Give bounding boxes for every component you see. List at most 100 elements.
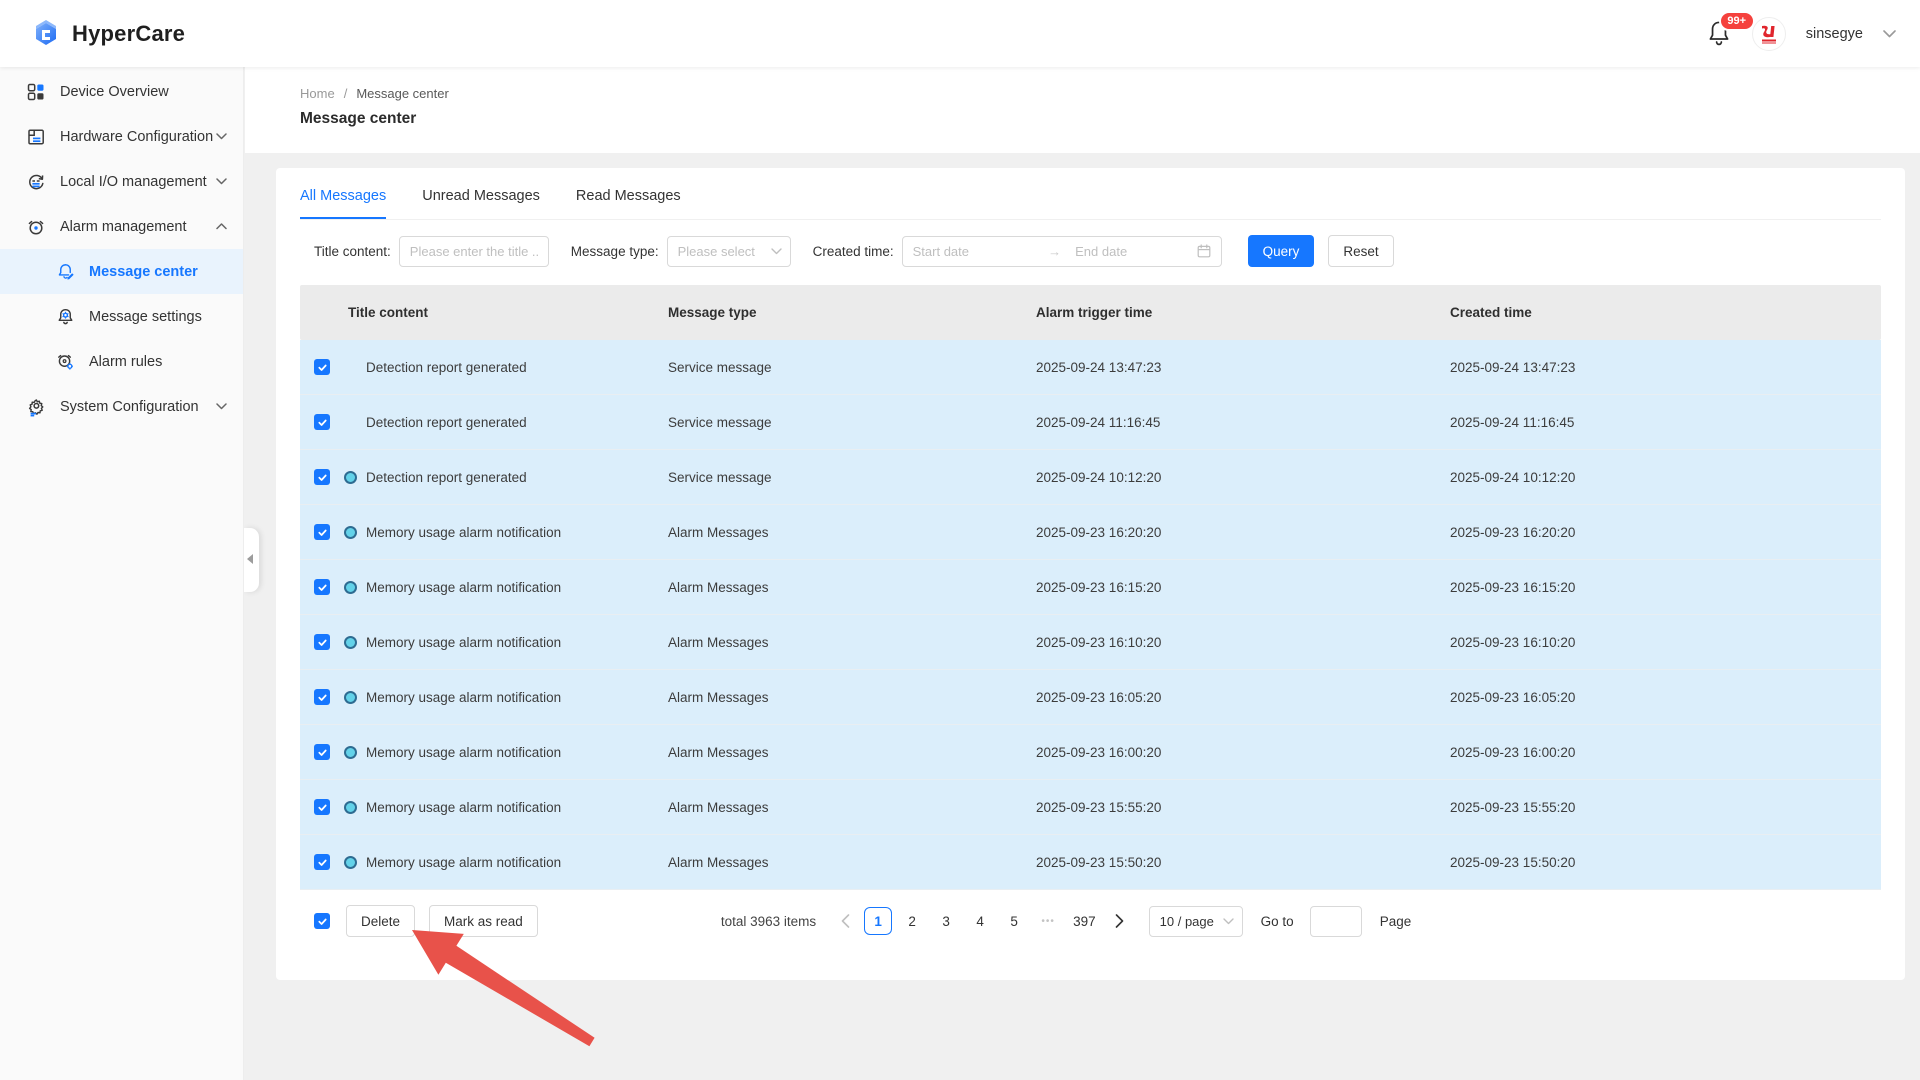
table-row[interactable]: Detection report generated Service messa… (300, 395, 1881, 450)
pagination-page[interactable]: 5 (1000, 907, 1028, 935)
pagination-page[interactable]: 4 (966, 907, 994, 935)
table-row[interactable]: Memory usage alarm notification Alarm Me… (300, 780, 1881, 835)
row-checkbox[interactable] (314, 524, 330, 540)
row-checkbox[interactable] (314, 744, 330, 760)
sidebar-item-alarm-management[interactable]: Alarm management (0, 204, 243, 249)
row-checkbox[interactable] (314, 689, 330, 705)
range-arrow: → (1048, 244, 1061, 259)
sidebar-item-alarm-rules[interactable]: Alarm rules (0, 339, 243, 384)
row-title: Memory usage alarm notification (366, 525, 668, 540)
breadcrumb-strip: Home / Message center Message center (245, 67, 1920, 153)
row-alarm-trigger-time: 2025-09-23 16:15:20 (1036, 580, 1450, 595)
row-alarm-trigger-time: 2025-09-24 11:16:45 (1036, 415, 1450, 430)
pagination-page[interactable]: 2 (898, 907, 926, 935)
goto-page-input[interactable] (1310, 906, 1362, 937)
row-alarm-trigger-time: 2025-09-23 16:10:20 (1036, 635, 1450, 650)
created-time-range-picker[interactable]: Start date → End date (902, 236, 1222, 267)
tab-unread-messages[interactable]: Unread Messages (422, 188, 540, 219)
page-size-select[interactable]: 10 / page (1149, 906, 1243, 937)
message-center-card: All Messages Unread Messages Read Messag… (276, 168, 1905, 980)
pagination-page[interactable]: 397 (1068, 907, 1101, 935)
pagination-page[interactable]: 1 (864, 907, 892, 935)
sidebar-item-label: Alarm rules (89, 354, 162, 370)
sidebar-item-message-center[interactable]: Message center (0, 249, 243, 294)
row-message-type: Alarm Messages (668, 745, 1036, 760)
chevron-up-icon (216, 223, 227, 230)
row-checkbox[interactable] (314, 579, 330, 595)
row-checkbox[interactable] (314, 469, 330, 485)
delete-button[interactable]: Delete (346, 905, 415, 937)
row-created-time: 2025-09-23 15:55:20 (1450, 800, 1881, 815)
row-title: Detection report generated (366, 360, 668, 375)
sidebar-item-system-configuration[interactable]: System Configuration (0, 384, 243, 429)
pagination-page[interactable]: 3 (932, 907, 960, 935)
message-type-select[interactable]: Please select (667, 236, 791, 267)
unread-dot-icon (344, 581, 357, 594)
query-button[interactable]: Query (1248, 235, 1315, 267)
sidebar-collapse-handle[interactable] (244, 528, 259, 592)
row-title: Memory usage alarm notification (366, 855, 668, 870)
unread-dot-icon (344, 856, 357, 869)
sidebar-item-device-overview[interactable]: Device Overview (0, 69, 243, 114)
row-checkbox[interactable] (314, 414, 330, 430)
table-row[interactable]: Memory usage alarm notification Alarm Me… (300, 505, 1881, 560)
pagination-next-icon[interactable] (1107, 907, 1133, 935)
tab-read-messages[interactable]: Read Messages (576, 188, 681, 219)
row-title: Memory usage alarm notification (366, 690, 668, 705)
row-title: Memory usage alarm notification (366, 800, 668, 815)
row-alarm-trigger-time: 2025-09-24 10:12:20 (1036, 470, 1450, 485)
row-created-time: 2025-09-23 16:20:20 (1450, 525, 1881, 540)
alarm-rules-icon (56, 352, 75, 371)
topbar-right: 99+ sinsegye (1706, 0, 1896, 67)
user-menu-chevron-icon[interactable] (1883, 30, 1896, 38)
row-message-type: Service message (668, 360, 1036, 375)
row-title: Detection report generated (366, 470, 668, 485)
reset-button[interactable]: Reset (1328, 235, 1393, 267)
grid-icon (26, 82, 46, 102)
row-alarm-trigger-time: 2025-09-24 13:47:23 (1036, 360, 1450, 375)
sidebar-item-message-settings[interactable]: Message settings (0, 294, 243, 339)
sidebar-item-label: Message settings (89, 309, 202, 325)
pagination-page[interactable]: ••• (1034, 907, 1062, 935)
notification-bell-icon[interactable]: 99+ (1706, 19, 1732, 49)
row-alarm-trigger-time: 2025-09-23 16:00:20 (1036, 745, 1450, 760)
table-row[interactable]: Detection report generated Service messa… (300, 450, 1881, 505)
tab-all-messages[interactable]: All Messages (300, 188, 386, 219)
top-bar: HyperCare 99+ sinsegye (0, 0, 1920, 67)
hardware-icon (26, 127, 46, 147)
sidebar-item-hardware-configuration[interactable]: Hardware Configuration (0, 114, 243, 159)
sidebar-item-local-io-management[interactable]: Local I/O management (0, 159, 243, 204)
chevron-down-icon (216, 133, 227, 140)
avatar[interactable] (1752, 17, 1786, 51)
app-root: HyperCare 99+ sinsegye (0, 0, 1920, 1080)
sidebar-item-label: Message center (89, 264, 198, 280)
row-created-time: 2025-09-23 16:00:20 (1450, 745, 1881, 760)
select-all-checkbox[interactable] (314, 913, 330, 929)
sidebar-item-label: System Configuration (60, 399, 199, 415)
table-row[interactable]: Memory usage alarm notification Alarm Me… (300, 835, 1881, 890)
row-message-type: Service message (668, 470, 1036, 485)
pagination-prev-icon[interactable] (832, 907, 858, 935)
notification-badge: 99+ (1719, 11, 1755, 31)
row-checkbox[interactable] (314, 799, 330, 815)
col-message-type: Message type (668, 305, 1036, 320)
row-created-time: 2025-09-23 16:15:20 (1450, 580, 1881, 595)
row-message-type: Alarm Messages (668, 800, 1036, 815)
brand[interactable]: HyperCare (30, 15, 185, 52)
row-checkbox[interactable] (314, 854, 330, 870)
table-row[interactable]: Detection report generated Service messa… (300, 340, 1881, 395)
table-row[interactable]: Memory usage alarm notification Alarm Me… (300, 560, 1881, 615)
table-row[interactable]: Memory usage alarm notification Alarm Me… (300, 725, 1881, 780)
row-message-type: Alarm Messages (668, 580, 1036, 595)
breadcrumb-home[interactable]: Home (300, 86, 335, 101)
pagination: total 3963 items 12345•••397 10 / page G… (721, 906, 1411, 937)
row-checkbox[interactable] (314, 359, 330, 375)
table-row[interactable]: Memory usage alarm notification Alarm Me… (300, 615, 1881, 670)
row-title: Memory usage alarm notification (366, 580, 668, 595)
row-checkbox[interactable] (314, 634, 330, 650)
title-content-input[interactable] (399, 236, 549, 267)
breadcrumb: Home / Message center (300, 86, 1920, 101)
unread-dot-icon (344, 691, 357, 704)
table-row[interactable]: Memory usage alarm notification Alarm Me… (300, 670, 1881, 725)
mark-as-read-button[interactable]: Mark as read (429, 905, 538, 937)
